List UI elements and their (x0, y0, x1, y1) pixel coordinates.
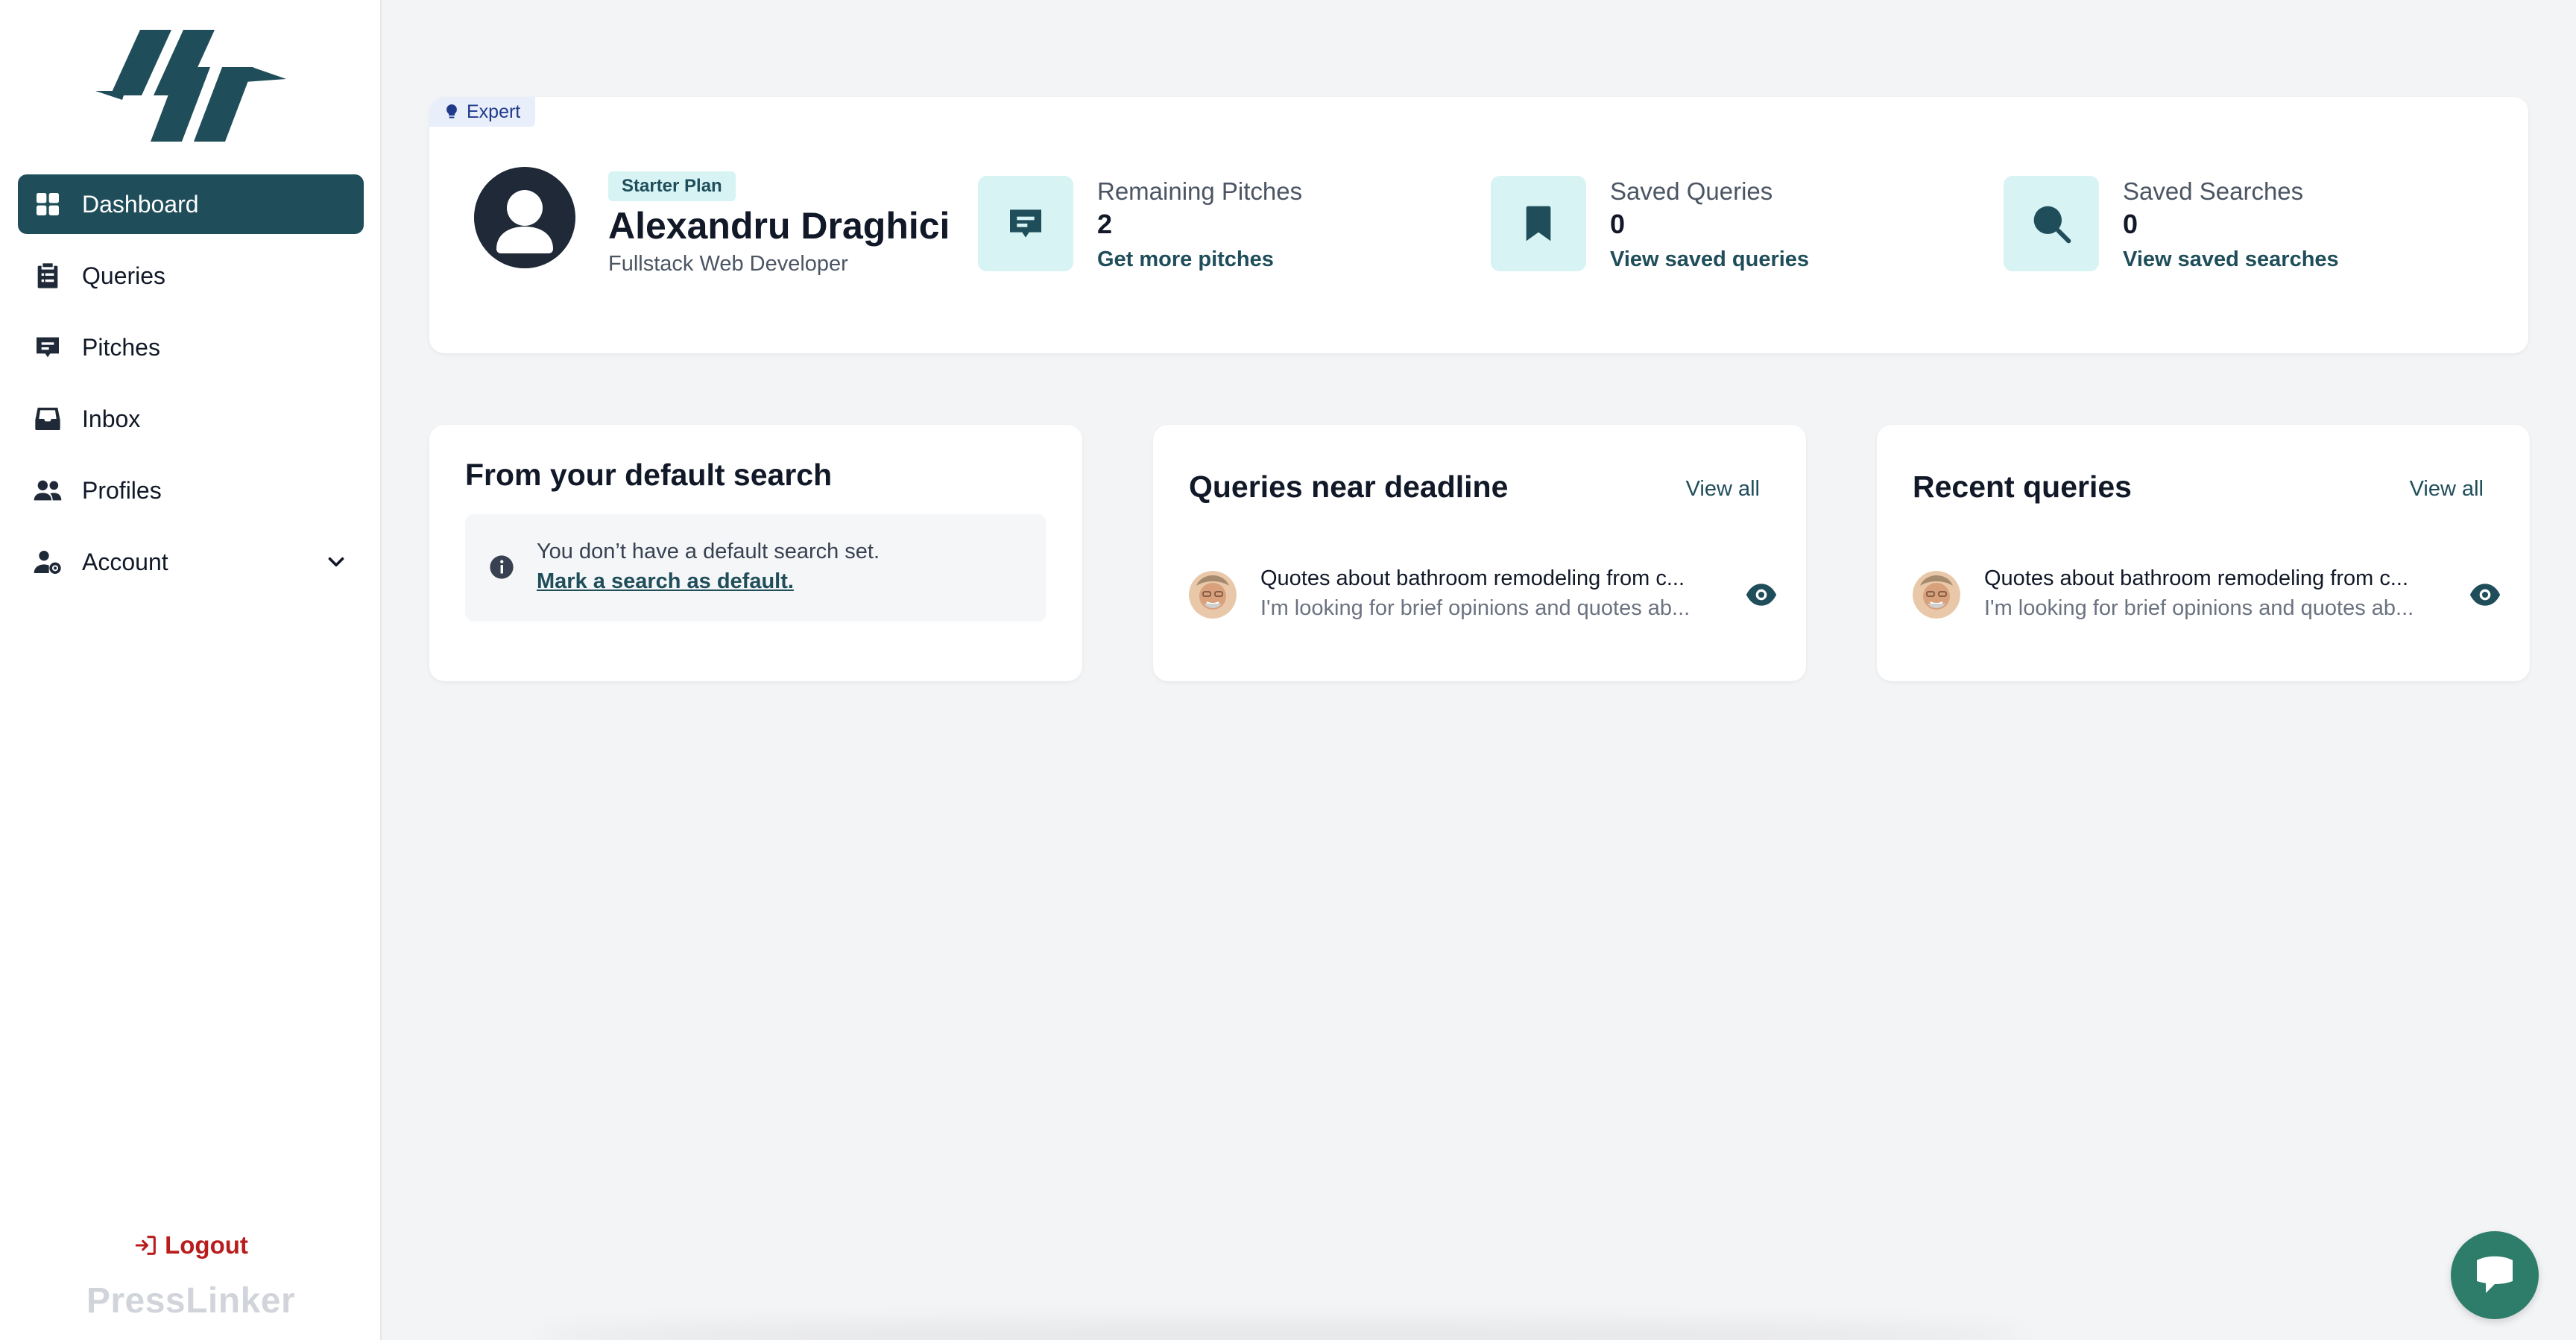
stat-value: 2 (1097, 209, 1113, 239)
chevron-down-icon[interactable] (323, 549, 349, 575)
stat-remaining-pitches: Remaining Pitches 2 Get more pitches (978, 176, 1425, 273)
query-title: Quotes about bathroom remodeling from c.… (1984, 566, 2409, 590)
view-all-link[interactable]: View all (1686, 477, 1760, 502)
presslinker-logo-icon[interactable] (95, 22, 286, 148)
inbox-icon (33, 404, 63, 434)
avatar (1189, 571, 1237, 619)
brand-wordmark: PressLinker (86, 1281, 296, 1321)
sidebar-item-label: Queries (82, 262, 166, 289)
stat-title: Saved Searches (2123, 177, 2304, 205)
sidebar-item-queries[interactable]: Queries (18, 246, 364, 306)
query-title: Quotes about bathroom remodeling from c.… (1260, 566, 1685, 590)
sidebar: Dashboard Queries Pitches Inbox Profiles (0, 0, 382, 1340)
sidebar-item-dashboard[interactable]: Dashboard (18, 174, 364, 234)
search-icon (2004, 176, 2099, 271)
stat-title: Remaining Pitches (1097, 177, 1303, 205)
stat-saved-searches: Saved Searches 0 View saved searches (2004, 176, 2451, 273)
empty-state-text: You don’t have a default search set. (537, 540, 880, 563)
user-avatar-icon (474, 167, 575, 268)
dashboard-icon (33, 189, 63, 219)
sidebar-item-profiles[interactable]: Profiles (18, 461, 364, 520)
sidebar-item-label: Inbox (82, 405, 141, 432)
plan-badge: Starter Plan (608, 171, 736, 201)
bookmark-icon (1491, 176, 1586, 271)
recent-queries-card: Recent queries View all Quotes about bat… (1877, 425, 2530, 681)
bulb-icon (446, 104, 457, 118)
get-more-pitches-link[interactable]: Get more pitches (1097, 247, 1274, 272)
list-item[interactable]: Quotes about bathroom remodeling from c.… (1913, 563, 2501, 623)
user-name: Alexandru Draghici (608, 205, 950, 247)
avatar[interactable] (474, 167, 575, 268)
expert-badge: Expert (429, 97, 536, 127)
sidebar-item-inbox[interactable]: Inbox (18, 389, 364, 449)
users-icon (33, 475, 63, 505)
query-description: I'm looking for brief opinions and quote… (1984, 596, 2414, 620)
logout-label: Logout (165, 1231, 248, 1259)
eye-icon[interactable] (2469, 578, 2501, 611)
card-title: Queries near deadline (1189, 470, 1509, 504)
stat-title: Saved Queries (1610, 177, 1773, 205)
card-title: From your default search (465, 458, 833, 492)
eye-icon[interactable] (1745, 578, 1778, 611)
sidebar-item-label: Account (82, 548, 168, 575)
sidebar-item-account[interactable]: Account (18, 532, 364, 592)
chat-icon (2477, 1256, 2513, 1293)
message-icon (978, 176, 1073, 271)
card-title: Recent queries (1913, 470, 2132, 504)
info-icon (490, 555, 514, 579)
user-gear-icon (33, 547, 63, 577)
stat-value: 0 (1610, 209, 1626, 239)
logout-icon (135, 1236, 157, 1255)
sidebar-nav: Dashboard Queries Pitches Inbox Profiles (18, 174, 364, 604)
view-all-link[interactable]: View all (2410, 477, 2484, 502)
view-saved-searches-link[interactable]: View saved searches (2123, 247, 2339, 272)
queries-near-deadline-card: Queries near deadline View all Quotes ab… (1153, 425, 1806, 681)
bottom-shadow (537, 1321, 2027, 1340)
clipboard-icon (33, 261, 63, 291)
logout-button[interactable]: Logout (0, 1231, 382, 1260)
stat-value: 0 (2123, 209, 2138, 239)
query-description: I'm looking for brief opinions and quote… (1260, 596, 1690, 620)
profile-card: Expert Starter Plan Alexandru Draghici F… (429, 97, 2528, 353)
view-saved-queries-link[interactable]: View saved queries (1610, 247, 1809, 272)
default-search-card: From your default search You don’t have … (429, 425, 1082, 681)
sidebar-item-label: Profiles (82, 476, 162, 504)
user-role: Fullstack Web Developer (608, 252, 848, 276)
sidebar-item-label: Dashboard (82, 190, 199, 218)
list-item[interactable]: Quotes about bathroom remodeling from c.… (1189, 563, 1778, 623)
avatar (1913, 571, 1960, 619)
mark-default-search-link[interactable]: Mark a search as default. (537, 569, 794, 594)
expert-badge-label: Expert (467, 101, 521, 122)
chat-button[interactable] (2451, 1231, 2539, 1319)
info-box: You don’t have a default search set. Mar… (465, 514, 1046, 622)
message-icon (33, 332, 63, 362)
stat-saved-queries: Saved Queries 0 View saved queries (1491, 176, 1938, 273)
sidebar-item-label: Pitches (82, 333, 160, 361)
sidebar-item-pitches[interactable]: Pitches (18, 317, 364, 377)
